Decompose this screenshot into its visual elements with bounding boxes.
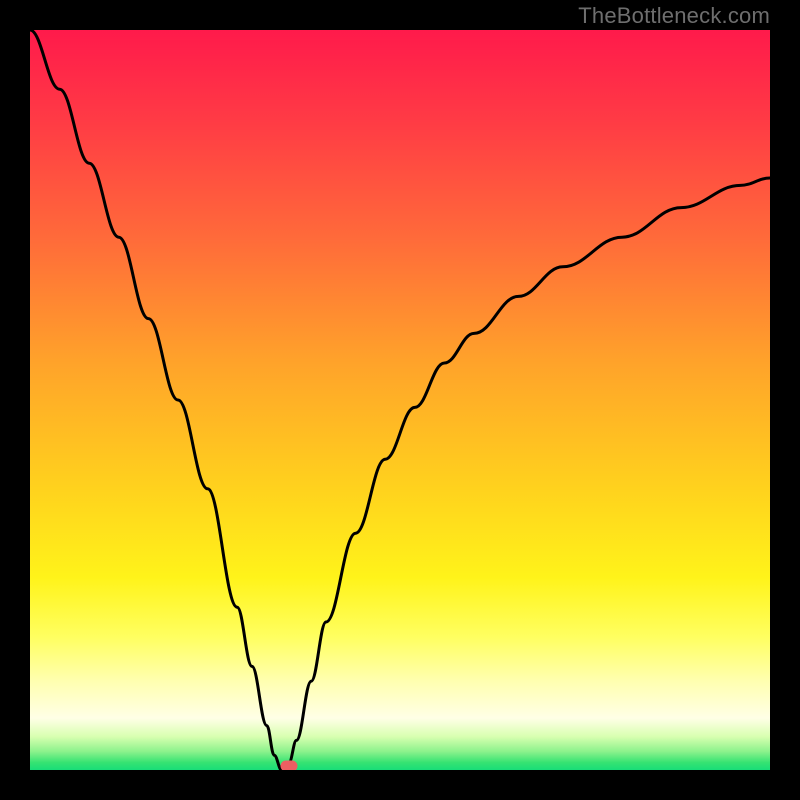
chart-frame: TheBottleneck.com — [0, 0, 800, 800]
plot-area — [30, 30, 770, 770]
bottleneck-curve — [30, 30, 770, 770]
watermark-text: TheBottleneck.com — [578, 3, 770, 29]
curve-layer — [30, 30, 770, 770]
minimum-marker — [281, 761, 298, 770]
